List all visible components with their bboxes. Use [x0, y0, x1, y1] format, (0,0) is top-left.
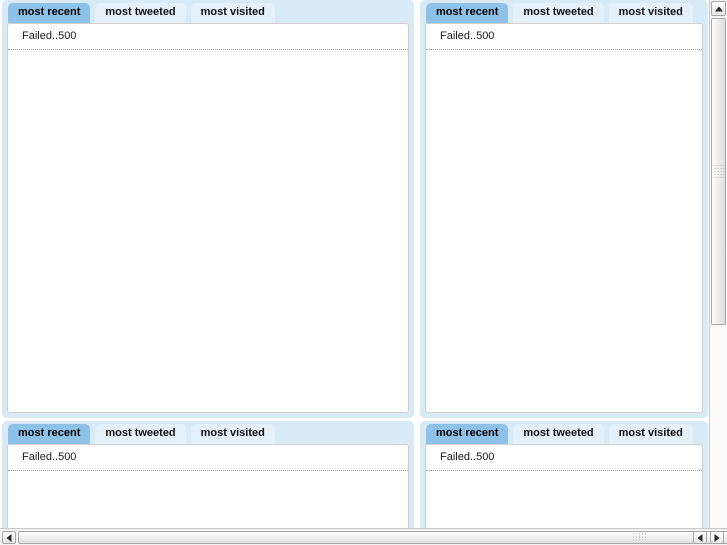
tab-most-recent[interactable]: most recent: [426, 424, 509, 444]
panel-content: Failed..500: [425, 444, 703, 528]
tabstrip: most recent most tweeted most visited: [2, 0, 414, 23]
tab-most-recent[interactable]: most recent: [8, 424, 91, 444]
grip-dots-icon: [714, 164, 724, 179]
vertical-scrollbar-thumb[interactable]: [711, 18, 726, 325]
list-item[interactable]: Failed..500: [8, 24, 408, 50]
scroll-left-button-secondary[interactable]: [693, 531, 707, 544]
vertical-scrollbar-track[interactable]: [710, 326, 727, 528]
panel-bottom-left: most recent most tweeted most visited Fa…: [2, 421, 414, 528]
list-item[interactable]: Failed..500: [426, 445, 702, 471]
panel-content: Failed..500: [7, 23, 409, 413]
scroll-up-button[interactable]: [711, 1, 726, 16]
panel-content: Failed..500: [425, 23, 703, 413]
scrollable-viewport: most recent most tweeted most visited Fa…: [0, 0, 709, 528]
grip-dots-icon: [632, 533, 647, 543]
app-window: most recent most tweeted most visited Fa…: [0, 0, 727, 545]
list-item[interactable]: Failed..500: [426, 24, 702, 50]
triangle-left-icon: [6, 533, 12, 542]
tab-most-tweeted[interactable]: most tweeted: [95, 3, 186, 23]
tabstrip: most recent most tweeted most visited: [2, 421, 414, 444]
tab-most-recent[interactable]: most recent: [426, 3, 509, 23]
horizontal-scrollbar-thumb[interactable]: [18, 531, 727, 544]
panel-bottom-right: most recent most tweeted most visited Fa…: [420, 421, 708, 528]
scroll-right-button[interactable]: [710, 531, 724, 544]
tabstrip: most recent most tweeted most visited: [420, 421, 708, 444]
triangle-up-icon: [714, 6, 723, 11]
panel-top-right: most recent most tweeted most visited Fa…: [420, 0, 708, 418]
tab-most-visited[interactable]: most visited: [190, 424, 275, 444]
vertical-scrollbar[interactable]: [709, 0, 727, 528]
horizontal-scrollbar[interactable]: [0, 528, 727, 545]
tab-most-visited[interactable]: most visited: [608, 424, 693, 444]
triangle-right-icon: [714, 533, 720, 542]
tab-most-tweeted[interactable]: most tweeted: [513, 3, 604, 23]
tabstrip: most recent most tweeted most visited: [420, 0, 708, 23]
triangle-left-icon: [697, 533, 703, 542]
list-item[interactable]: Failed..500: [8, 445, 408, 471]
tab-most-tweeted[interactable]: most tweeted: [513, 424, 604, 444]
tab-most-visited[interactable]: most visited: [608, 3, 693, 23]
panel-top-left: most recent most tweeted most visited Fa…: [2, 0, 414, 418]
scroll-left-button[interactable]: [2, 531, 16, 544]
panel-content: Failed..500: [7, 444, 409, 528]
tab-most-visited[interactable]: most visited: [190, 3, 275, 23]
tab-most-recent[interactable]: most recent: [8, 3, 91, 23]
tab-most-tweeted[interactable]: most tweeted: [95, 424, 186, 444]
